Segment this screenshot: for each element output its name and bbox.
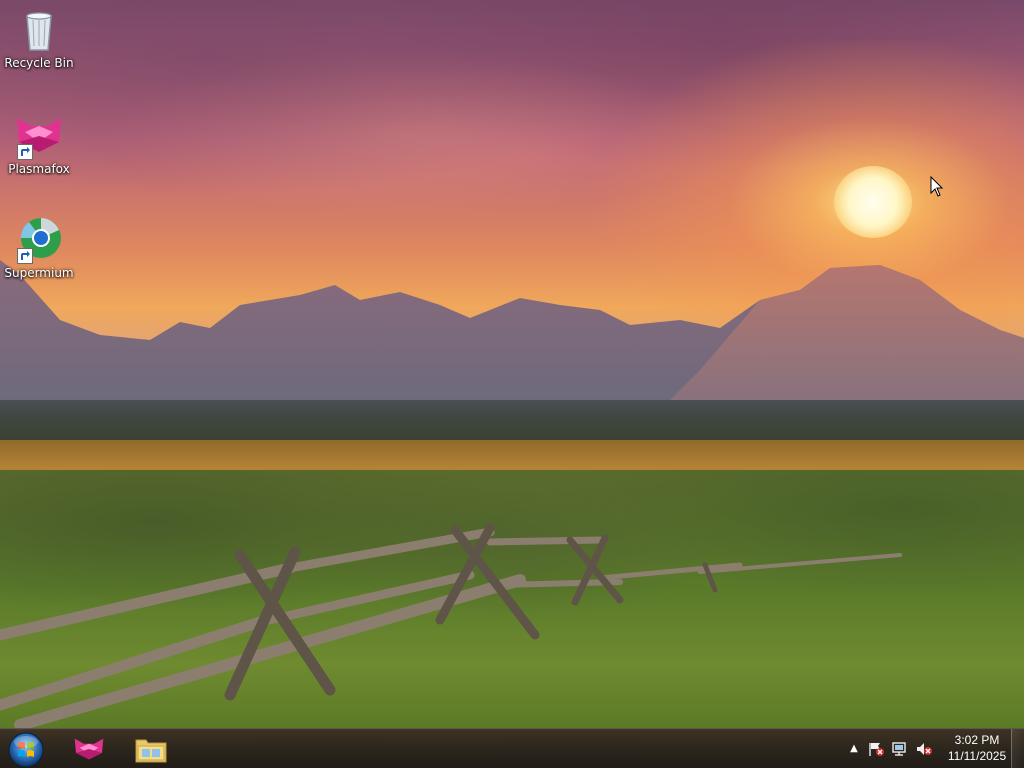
- shortcut-arrow-icon: [17, 248, 33, 264]
- taskbar-plasmafox-button[interactable]: [61, 731, 117, 767]
- system-tray: ▲ 3:02 PM 11/11/2025: [839, 729, 1024, 768]
- desktop-icon-label: Plasmafox: [8, 162, 70, 176]
- taskbar: ▲ 3:02 PM 11/11/2025: [0, 728, 1024, 768]
- desktop-icon-label: Supermium: [4, 266, 74, 280]
- desktop-icon-recycle-bin[interactable]: Recycle Bin: [1, 6, 77, 70]
- taskbar-file-explorer-button[interactable]: [123, 731, 179, 767]
- supermium-icon: [15, 216, 63, 264]
- desktop: Recycle Bin Plasmafox Supermium ▲ 3:02 P…: [0, 0, 1024, 768]
- wallpaper-sun: [834, 166, 912, 238]
- windows-start-icon: [8, 732, 44, 768]
- plasmafox-icon: [15, 112, 63, 160]
- wallpaper-treeline: [0, 400, 1024, 445]
- clock-time: 3:02 PM: [954, 733, 1000, 747]
- tray-expand-button[interactable]: ▲: [847, 741, 861, 757]
- action-center-flag-icon[interactable]: [867, 741, 885, 757]
- show-desktop-button[interactable]: [1011, 729, 1024, 768]
- recycle-bin-icon: [15, 6, 63, 54]
- start-button[interactable]: [6, 730, 46, 768]
- desktop-icon-label: Recycle Bin: [4, 56, 74, 70]
- desktop-icon-plasmafox[interactable]: Plasmafox: [1, 112, 77, 176]
- taskbar-clock[interactable]: 3:02 PM 11/11/2025: [942, 732, 1012, 764]
- shortcut-arrow-icon: [17, 144, 33, 160]
- network-icon[interactable]: [891, 741, 909, 757]
- wallpaper-mountains: [0, 260, 1024, 420]
- file-explorer-icon: [135, 739, 167, 763]
- plasmafox-icon: [74, 738, 104, 760]
- clock-date: 11/11/2025: [947, 749, 1007, 763]
- desktop-icon-supermium[interactable]: Supermium: [1, 216, 77, 280]
- mouse-cursor-icon: [930, 176, 944, 197]
- wallpaper-fence: [0, 523, 902, 731]
- volume-muted-icon[interactable]: [915, 741, 933, 757]
